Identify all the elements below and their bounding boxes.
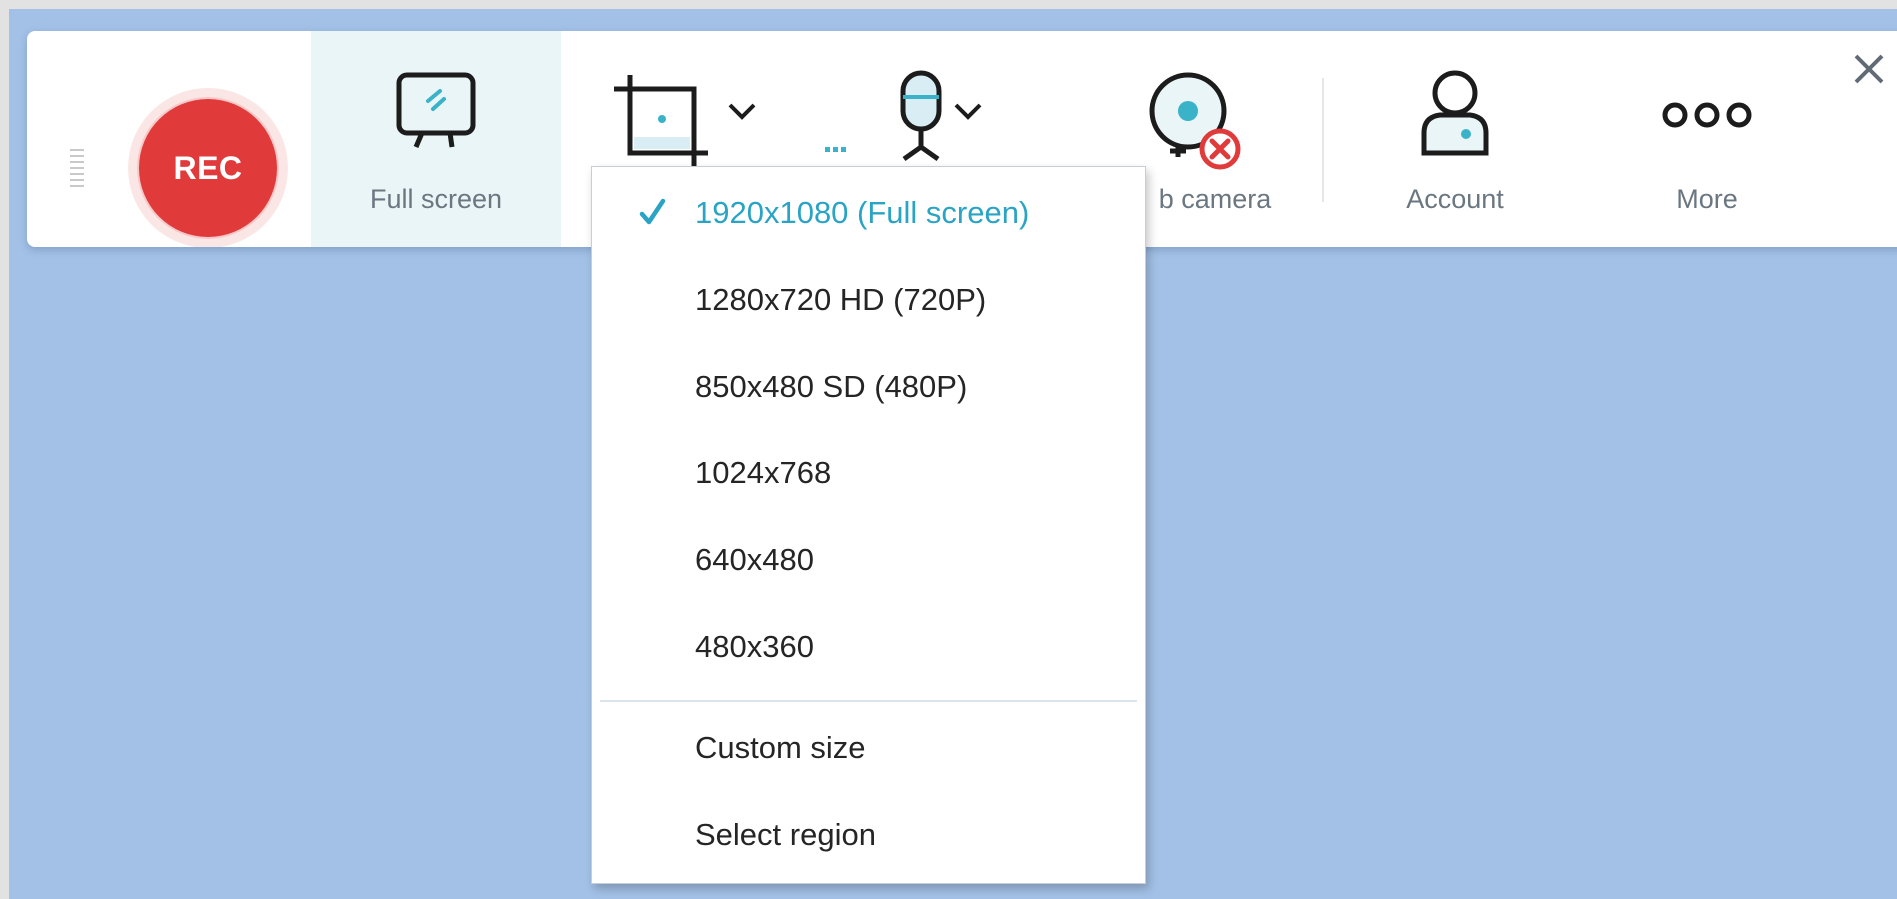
menu-item-480x360[interactable]: 480x360 [592, 614, 1145, 680]
menu-item-1024x768[interactable]: 1024x768 [592, 440, 1145, 506]
microphone-icon [900, 70, 942, 162]
more-icon [1662, 102, 1752, 128]
account-button[interactable]: Account [1360, 31, 1550, 247]
menu-item-label: 1280x720 HD (720P) [695, 282, 987, 317]
full-screen-label: Full screen [369, 184, 503, 214]
error-icon [1199, 128, 1241, 170]
menu-separator [600, 700, 1137, 702]
menu-item-custom-size[interactable]: Custom size [592, 715, 1145, 781]
webcam-icon [1149, 72, 1241, 170]
monitor-icon [396, 72, 476, 148]
menu-item-label: Select region [695, 817, 876, 852]
menu-item-label: 480x360 [695, 629, 814, 664]
toolbar-divider [1322, 78, 1324, 202]
web-camera-label: b camera [1158, 184, 1272, 214]
menu-item-1920x1080[interactable]: 1920x1080 (Full screen) [592, 180, 1145, 246]
menu-item-640x480[interactable]: 640x480 [592, 527, 1145, 593]
grip-icon[interactable] [70, 149, 84, 189]
chevron-down-icon [728, 103, 756, 120]
menu-item-label: 1920x1080 (Full screen) [695, 195, 1030, 230]
crop-icon [614, 75, 708, 169]
account-icon [1421, 70, 1489, 156]
close-icon[interactable] [1848, 48, 1890, 90]
menu-item-1280x720[interactable]: 1280x720 HD (720P) [592, 267, 1145, 333]
menu-item-label: 850x480 SD (480P) [695, 369, 968, 404]
more-label: More [1676, 184, 1738, 214]
menu-item-label: 1024x768 [695, 455, 832, 490]
check-icon [639, 198, 666, 225]
menu-item-label: 640x480 [695, 542, 814, 577]
chevron-down-icon [954, 103, 982, 120]
region-size-dropdown: 1920x1080 (Full screen) 1280x720 HD (720… [591, 166, 1146, 884]
menu-item-label: Custom size [695, 730, 866, 765]
menu-item-850x480[interactable]: 850x480 SD (480P) [592, 354, 1145, 420]
more-indicator-icon [821, 140, 851, 154]
rec-button[interactable]: REC [139, 99, 277, 237]
more-button[interactable]: More [1612, 31, 1802, 247]
full-screen-button[interactable]: Full screen [311, 31, 561, 247]
menu-item-select-region[interactable]: Select region [592, 802, 1145, 868]
account-label: Account [1406, 184, 1504, 214]
